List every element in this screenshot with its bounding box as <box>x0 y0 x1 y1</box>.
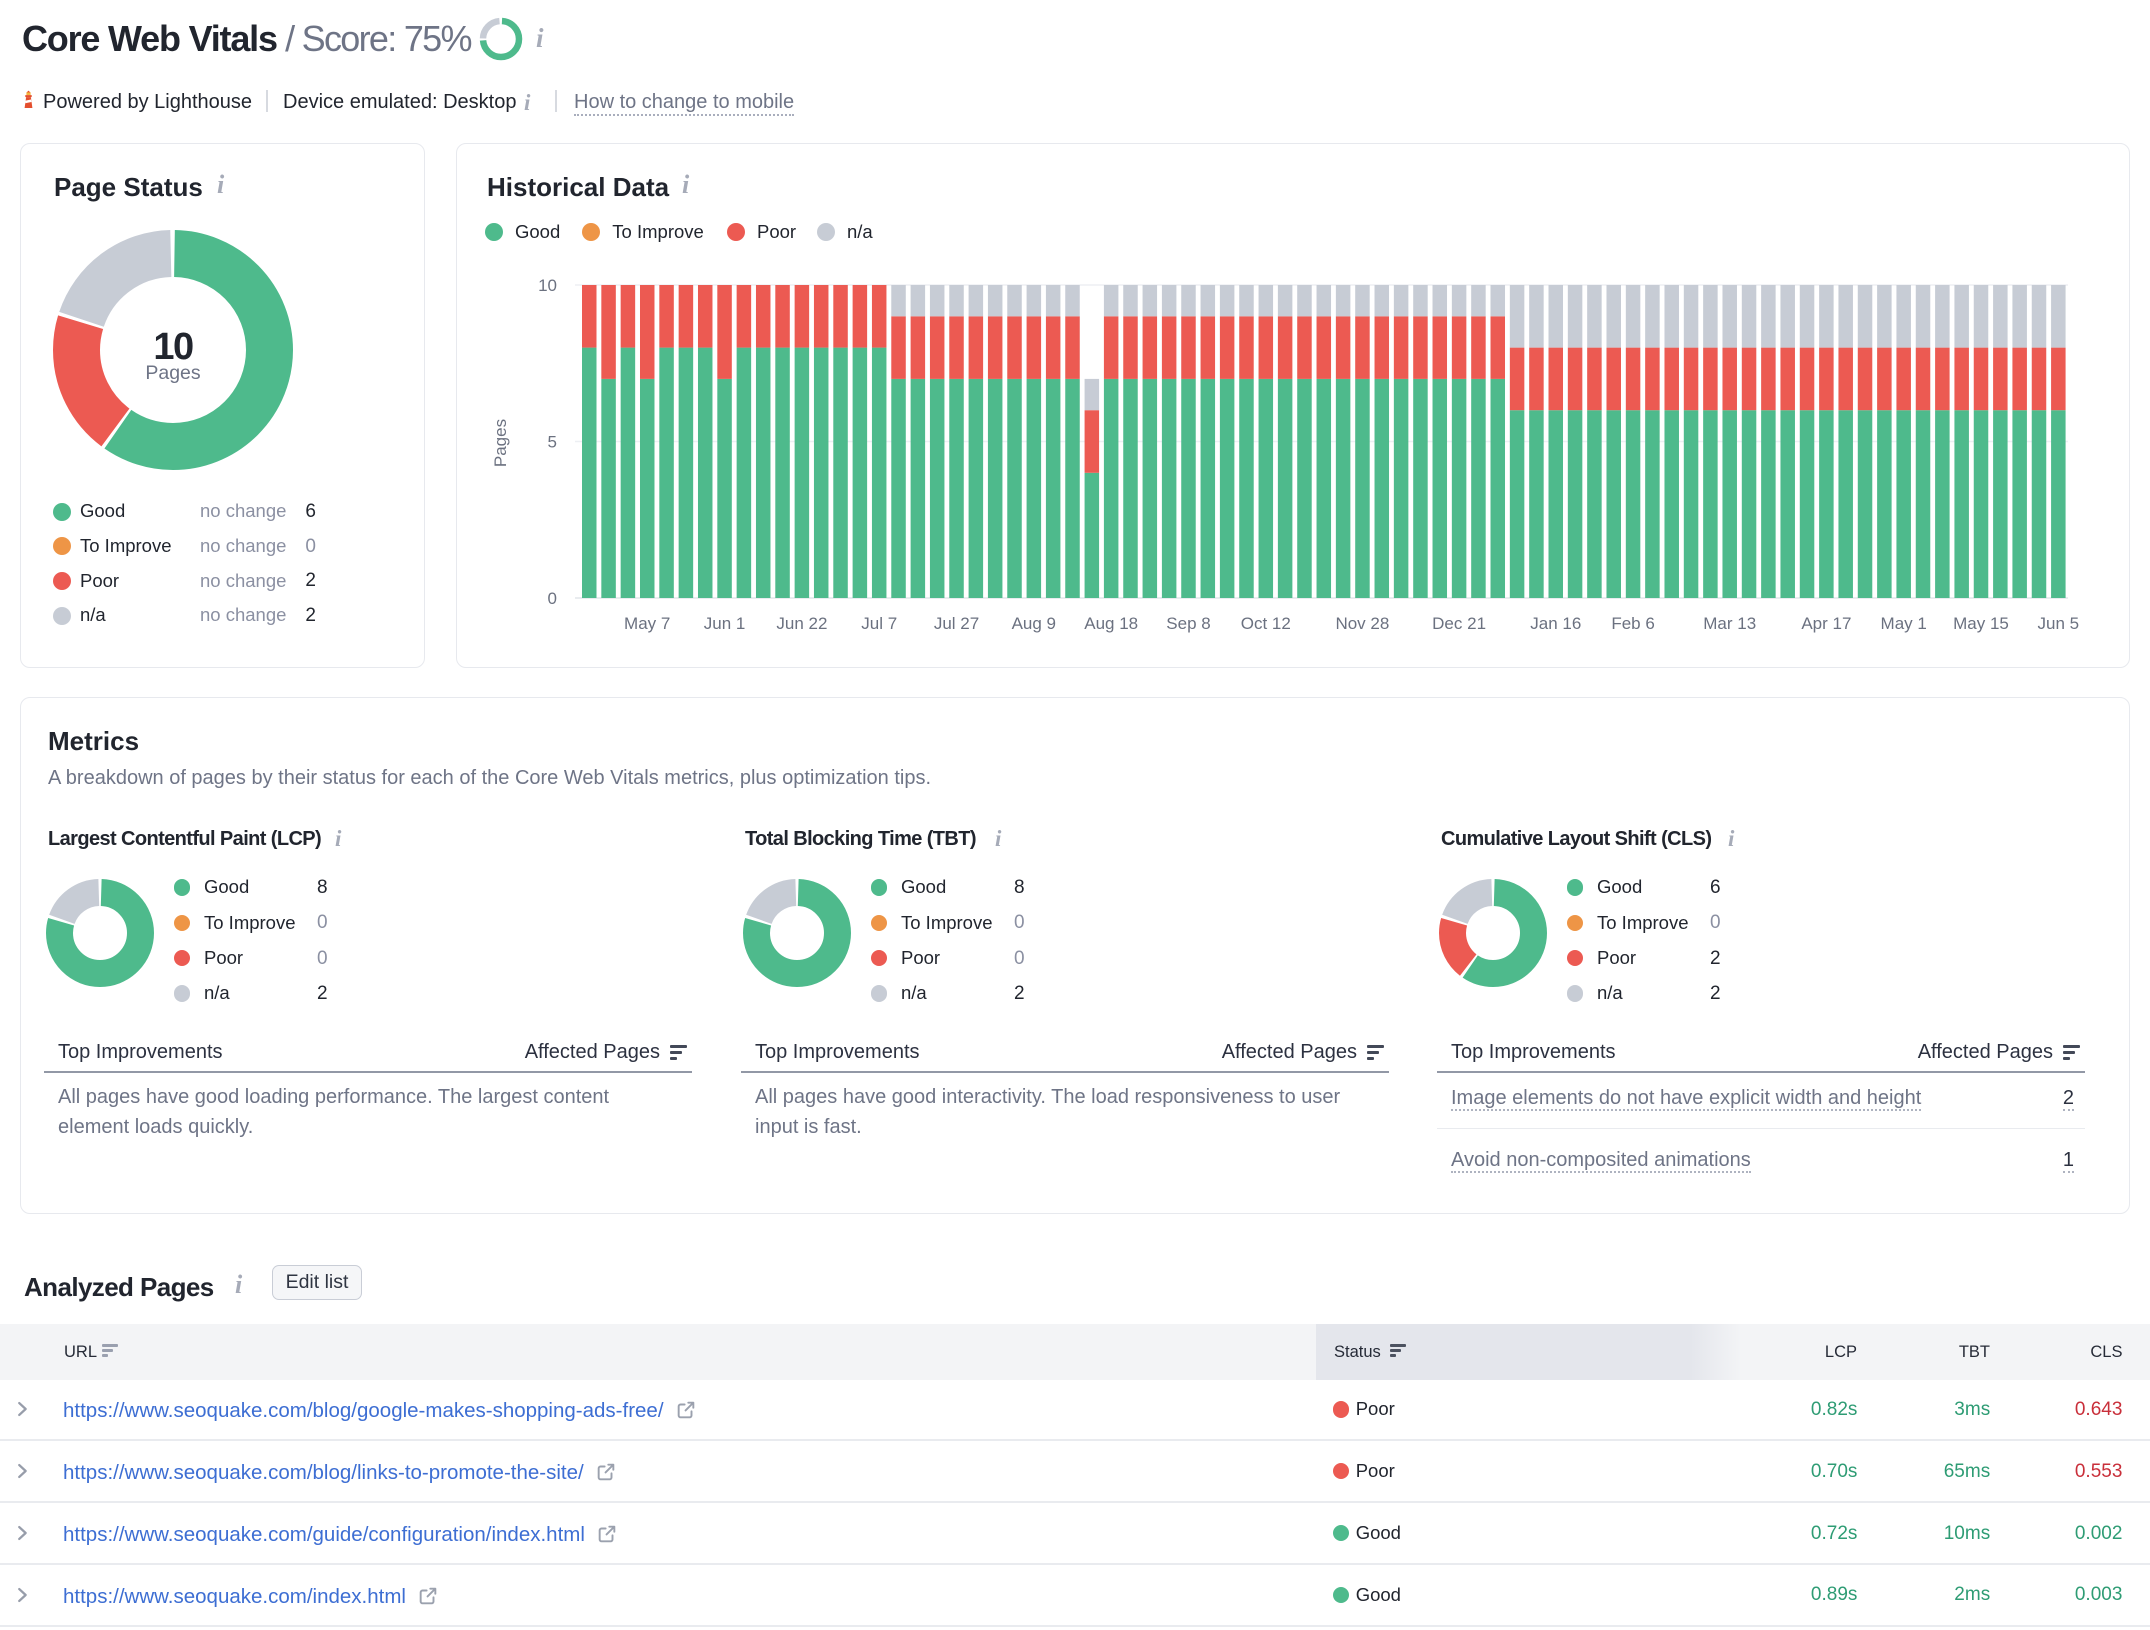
svg-text:Mar 13: Mar 13 <box>1703 614 1756 633</box>
svg-text:Pages: Pages <box>491 419 510 467</box>
svg-text:Sep 8: Sep 8 <box>1166 614 1210 633</box>
svg-text:Jul 7: Jul 7 <box>861 614 897 633</box>
svg-text:May 1: May 1 <box>1881 614 1927 633</box>
svg-text:Nov 28: Nov 28 <box>1335 614 1389 633</box>
svg-text:Apr 17: Apr 17 <box>1801 614 1851 633</box>
svg-text:Oct 12: Oct 12 <box>1241 614 1291 633</box>
svg-text:May 7: May 7 <box>624 614 670 633</box>
svg-text:Jun 1: Jun 1 <box>704 614 746 633</box>
svg-text:10: 10 <box>538 276 557 295</box>
svg-text:Jul 27: Jul 27 <box>934 614 979 633</box>
svg-text:5: 5 <box>548 433 557 452</box>
svg-text:0: 0 <box>548 589 557 608</box>
svg-text:Jan 16: Jan 16 <box>1530 614 1581 633</box>
svg-text:Jun 22: Jun 22 <box>776 614 827 633</box>
svg-text:Dec 21: Dec 21 <box>1432 614 1486 633</box>
svg-text:Aug 9: Aug 9 <box>1012 614 1056 633</box>
svg-text:Feb 6: Feb 6 <box>1611 614 1654 633</box>
svg-text:Jun 5: Jun 5 <box>2038 614 2080 633</box>
svg-text:May 15: May 15 <box>1953 614 2009 633</box>
svg-text:Aug 18: Aug 18 <box>1084 614 1138 633</box>
